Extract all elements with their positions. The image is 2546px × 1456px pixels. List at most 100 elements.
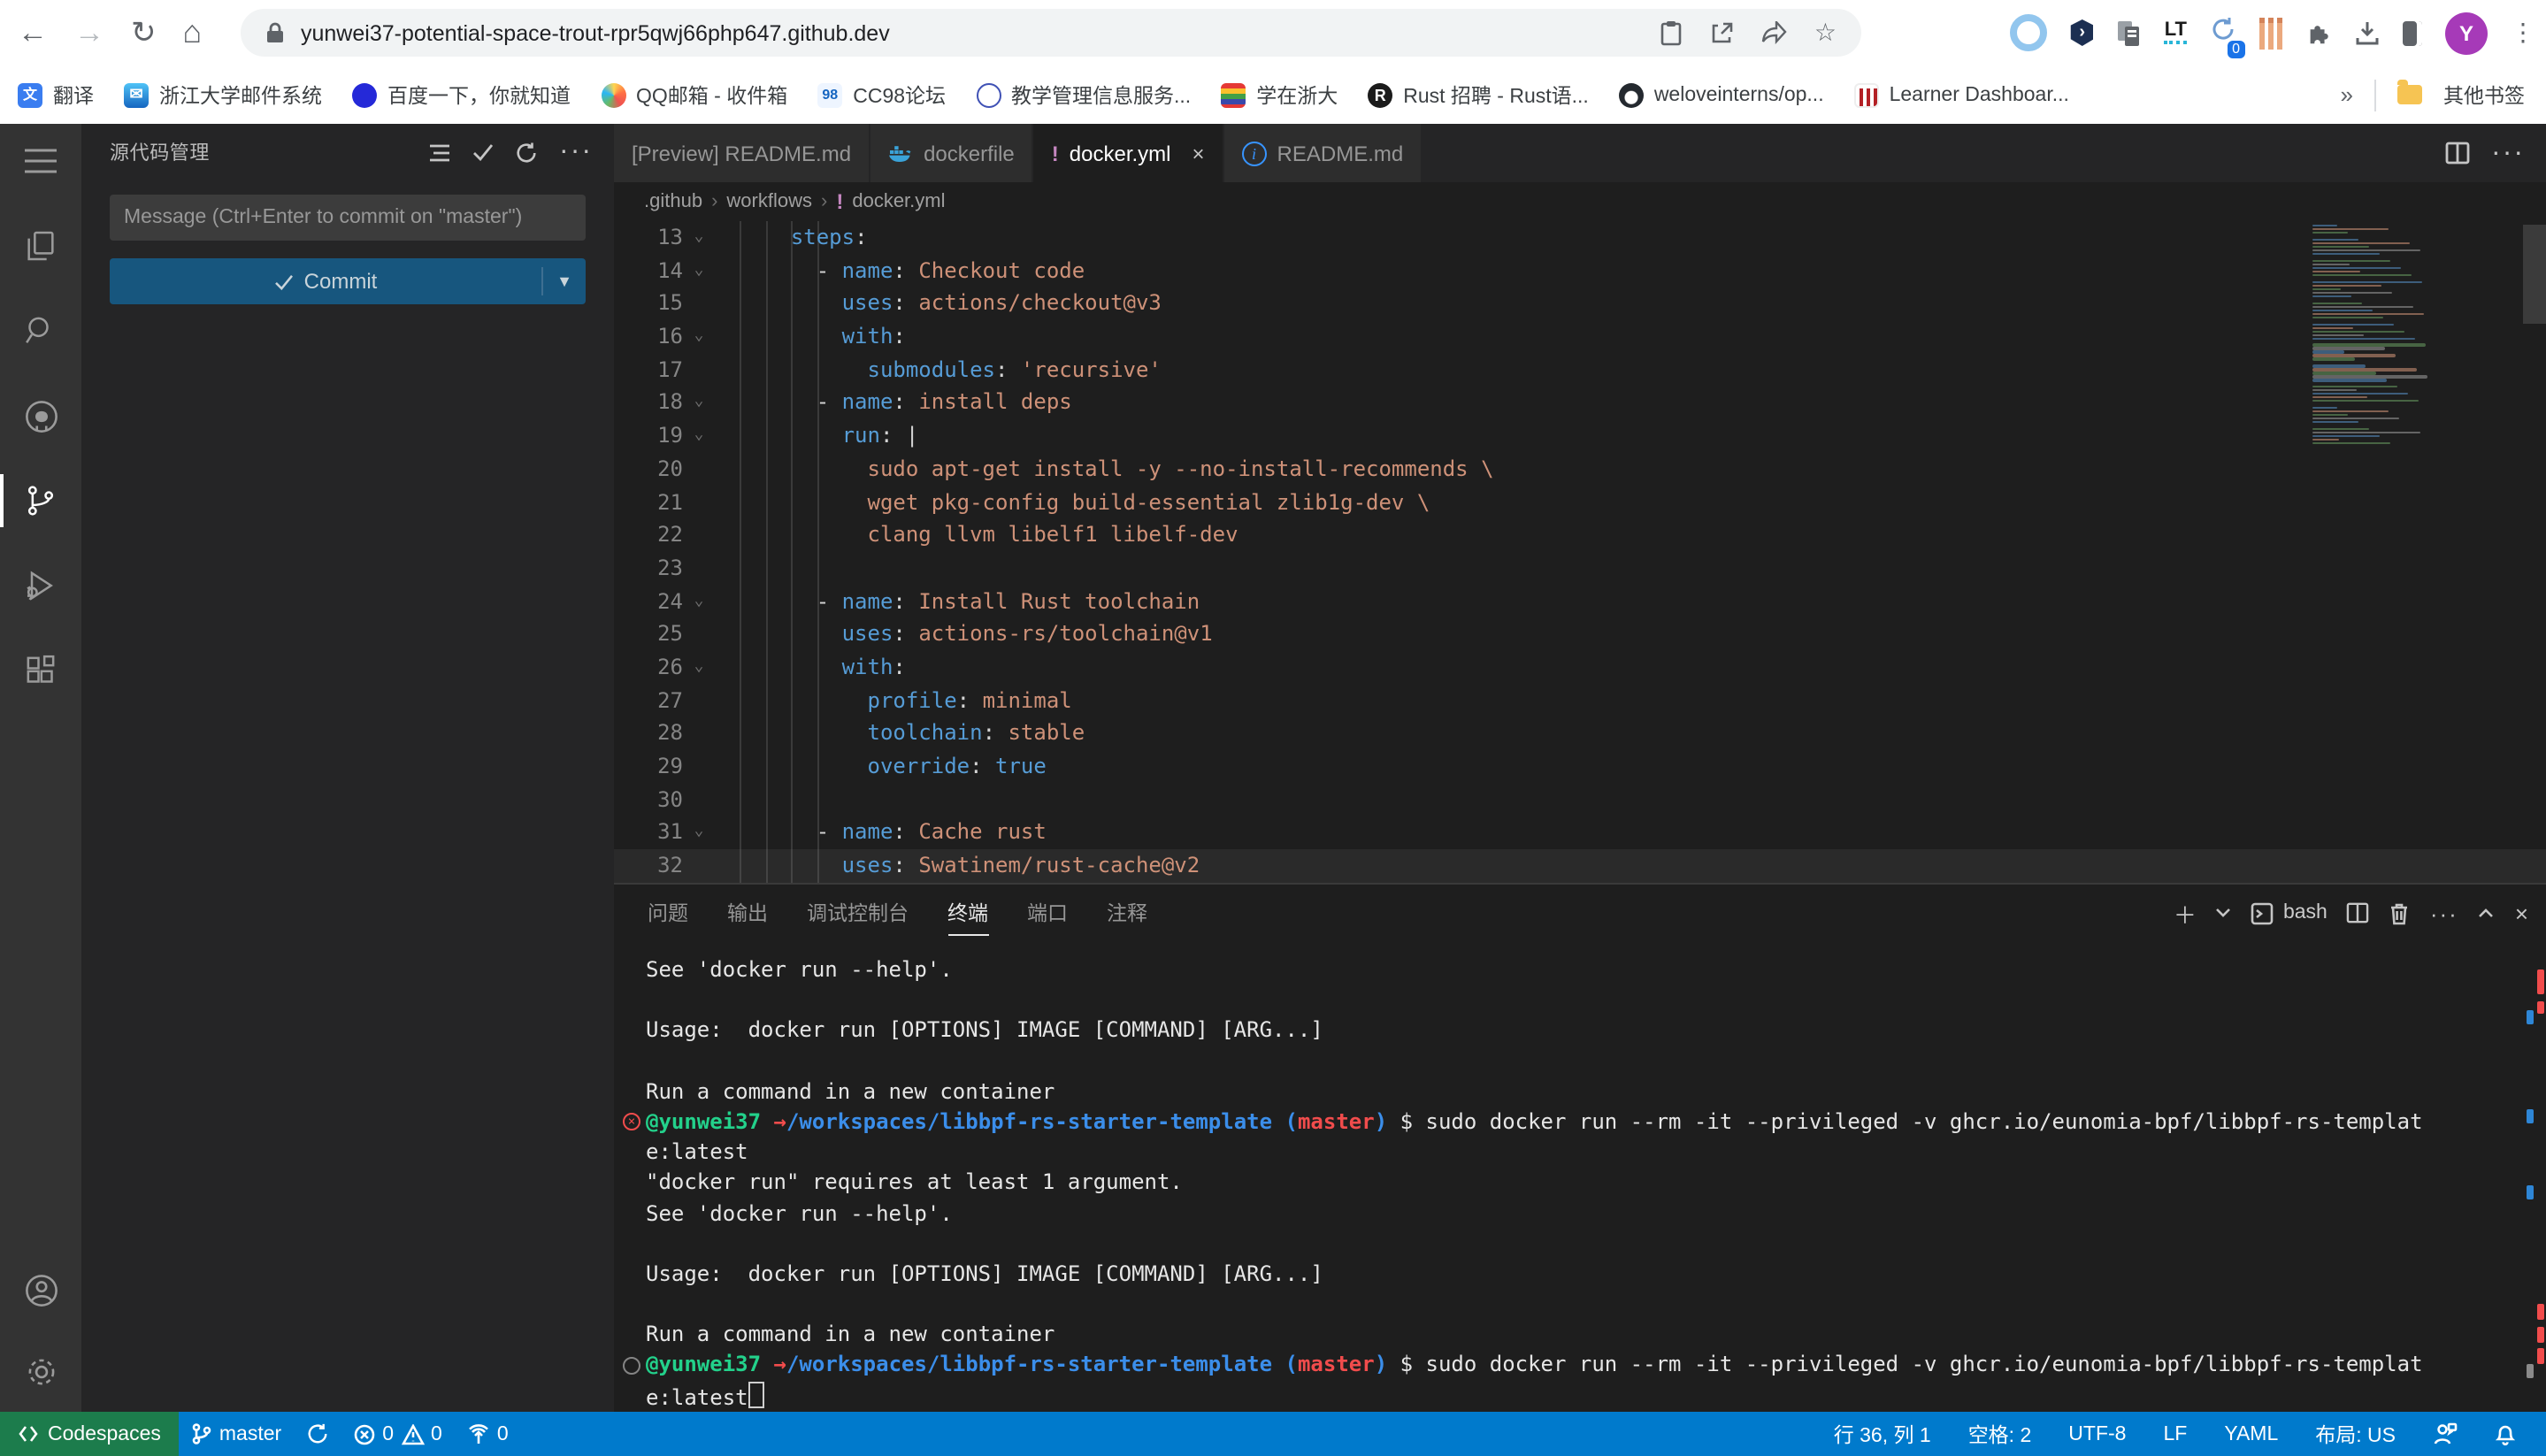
bookmark-cc98[interactable]: 98CC98论坛	[817, 80, 946, 109]
code-line-17[interactable]: 17 submodules: 'recursive'	[614, 354, 2546, 387]
bookmark-translate[interactable]: 文翻译	[18, 80, 94, 109]
code-line-20[interactable]: 20 sudo apt-get install -y --no-install-…	[614, 453, 2546, 486]
commit-message-input[interactable]	[110, 195, 586, 241]
breadcrumb-file[interactable]: docker.yml	[852, 191, 945, 212]
activity-item-explorer[interactable]	[0, 216, 81, 276]
commit-button[interactable]: Commit ▼	[110, 258, 586, 304]
open-in-new-icon[interactable]	[1710, 20, 1735, 45]
feedback[interactable]	[2420, 1412, 2470, 1456]
fold-chevron-icon[interactable]: ⌄	[683, 320, 715, 353]
breadcrumb-root[interactable]: .github	[644, 191, 702, 212]
remote-indicator[interactable]: Codespaces	[0, 1412, 179, 1456]
bookmark-rust[interactable]: RRust 招聘 - Rust语...	[1368, 80, 1589, 109]
fold-chevron-icon[interactable]: ⌄	[683, 254, 715, 287]
code-line-14[interactable]: 14⌄ - name: Checkout code	[614, 254, 2546, 287]
refresh-icon[interactable]	[515, 141, 538, 164]
ext-columns-icon[interactable]	[2259, 17, 2282, 49]
panel-tab-注释[interactable]: 注释	[1107, 885, 1147, 941]
ext-languagetool-icon[interactable]: LT	[2165, 21, 2187, 44]
maximize-panel-icon[interactable]	[2478, 908, 2496, 918]
keyboard-layout[interactable]: 布局: US	[2303, 1412, 2408, 1456]
cursor-position[interactable]: 行 36, 列 1	[1821, 1412, 1944, 1456]
panel-tab-输出[interactable]: 输出	[727, 885, 768, 941]
ext-ring-icon[interactable]	[2011, 14, 2048, 51]
breadcrumb-folder[interactable]: workflows	[726, 191, 812, 212]
fold-chevron-icon[interactable]: ⌄	[683, 651, 715, 684]
close-panel-icon[interactable]: ×	[2515, 900, 2528, 926]
tab-docker-yml[interactable]: !docker.yml×	[1034, 124, 1224, 182]
commit-dropdown-icon[interactable]: ▼	[543, 272, 586, 290]
code-line-19[interactable]: 19⌄ run: |	[614, 419, 2546, 452]
code-line-24[interactable]: 24⌄ - name: Install Rust toolchain	[614, 585, 2546, 617]
editor-code[interactable]: 13⌄ steps:14⌄ - name: Checkout code15 us…	[614, 221, 2546, 883]
activity-item-source-control[interactable]	[0, 471, 81, 531]
code-line-15[interactable]: 15 uses: actions/checkout@v3	[614, 287, 2546, 320]
panel-tab-端口[interactable]: 端口	[1027, 885, 1068, 941]
panel-tab-终端[interactable]: 终端	[947, 885, 988, 941]
code-line-18[interactable]: 18⌄ - name: install deps	[614, 387, 2546, 419]
terminal-instance[interactable]: bash	[2251, 901, 2327, 924]
bookmark-qq-mail[interactable]: QQ邮箱 - 收件箱	[601, 80, 787, 109]
code-line-27[interactable]: 27 profile: minimal	[614, 684, 2546, 717]
close-tab-icon[interactable]: ×	[1192, 141, 1205, 165]
ports-indicator[interactable]: 0	[455, 1412, 521, 1456]
code-line-13[interactable]: 13⌄ steps:	[614, 221, 2546, 254]
forward-icon[interactable]: →	[74, 15, 104, 50]
activity-item-settings[interactable]	[0, 1341, 81, 1401]
activity-item-run-debug[interactable]	[0, 556, 81, 616]
bookmark-zju-mail[interactable]: ✉浙江大学邮件系统	[124, 80, 322, 109]
clipboard-icon[interactable]	[1660, 19, 1683, 46]
bookmark-baidu[interactable]: 百度一下，你就知道	[352, 80, 571, 109]
tab-dockerfile[interactable]: dockerfile	[870, 124, 1034, 182]
activity-item-search[interactable]	[0, 301, 81, 361]
code-line-25[interactable]: 25 uses: actions-rs/toolchain@v1	[614, 618, 2546, 651]
encoding[interactable]: UTF-8	[2056, 1412, 2138, 1456]
code-line-32[interactable]: 32 uses: Swatinem/rust-cache@v2	[614, 849, 2546, 882]
fold-chevron-icon[interactable]: ⌄	[683, 221, 715, 254]
activity-item-menu[interactable]	[0, 131, 81, 191]
bookmark-learner[interactable]: Learner Dashboar...	[1854, 82, 2069, 107]
terminal-output[interactable]: See 'docker run --help'.Usage: docker ru…	[614, 941, 2532, 1412]
code-line-26[interactable]: 26⌄ with:	[614, 651, 2546, 684]
branch-indicator[interactable]: master	[179, 1412, 294, 1456]
notifications[interactable]	[2482, 1412, 2528, 1456]
panel-tab-问题[interactable]: 问题	[648, 885, 688, 941]
bookmark-github[interactable]: weloveinterns/op...	[1619, 82, 1824, 107]
home-icon[interactable]: ⌂	[183, 14, 203, 51]
browser-menu-icon[interactable]: ⋮	[2511, 18, 2535, 48]
kill-terminal-icon[interactable]	[2389, 901, 2411, 924]
ext-sync-icon[interactable]: 0	[2210, 15, 2236, 50]
code-line-16[interactable]: 16⌄ with:	[614, 320, 2546, 353]
ext-pages-icon[interactable]	[2117, 19, 2142, 47]
code-line-31[interactable]: 31⌄ - name: Cache rust	[614, 816, 2546, 849]
fold-chevron-icon[interactable]: ⌄	[683, 816, 715, 849]
fold-chevron-icon[interactable]: ⌄	[683, 585, 715, 617]
ext-shield-icon[interactable]: ›	[2071, 19, 2094, 46]
code-line-28[interactable]: 28 toolchain: stable	[614, 717, 2546, 750]
sidebar-more-icon[interactable]: ···	[559, 136, 593, 168]
back-icon[interactable]: ←	[18, 15, 48, 50]
language-mode[interactable]: YAML	[2212, 1412, 2290, 1456]
ext-puzzle-icon[interactable]	[2305, 19, 2332, 46]
sync-changes[interactable]	[294, 1412, 341, 1456]
bookmark-xzzd[interactable]: 学在浙大	[1221, 80, 1338, 109]
address-bar[interactable]: yunwei37-potential-space-trout-rpr5qwj66…	[241, 9, 1861, 57]
code-line-21[interactable]: 21 wget pkg-config build-essential zlib1…	[614, 486, 2546, 518]
eol[interactable]: LF	[2151, 1412, 2199, 1456]
code-line-29[interactable]: 29 override: true	[614, 750, 2546, 783]
fold-chevron-icon[interactable]: ⌄	[683, 387, 715, 419]
code-line-22[interactable]: 22 clang llvm libelf1 libelf-dev	[614, 518, 2546, 551]
terminal-dropdown-icon[interactable]	[2216, 908, 2232, 918]
activity-item-github[interactable]	[0, 386, 81, 446]
bookmark-star-icon[interactable]: ☆	[1814, 18, 1837, 48]
editor-scrollbar[interactable]	[2523, 225, 2546, 324]
problems-indicator[interactable]: 0 0	[341, 1412, 455, 1456]
activity-item-account[interactable]	[0, 1260, 81, 1320]
tab--preview-readme-md[interactable]: [Preview] README.md	[614, 124, 870, 182]
fold-chevron-icon[interactable]: ⌄	[683, 419, 715, 452]
bookmark-zju-service[interactable]: 教学管理信息服务...	[976, 80, 1191, 109]
code-line-30[interactable]: 30	[614, 783, 2546, 816]
other-bookmarks[interactable]: 其他书签	[2443, 80, 2525, 109]
editor-more-icon[interactable]: ···	[2491, 137, 2525, 169]
reload-icon[interactable]: ↻	[131, 15, 157, 50]
